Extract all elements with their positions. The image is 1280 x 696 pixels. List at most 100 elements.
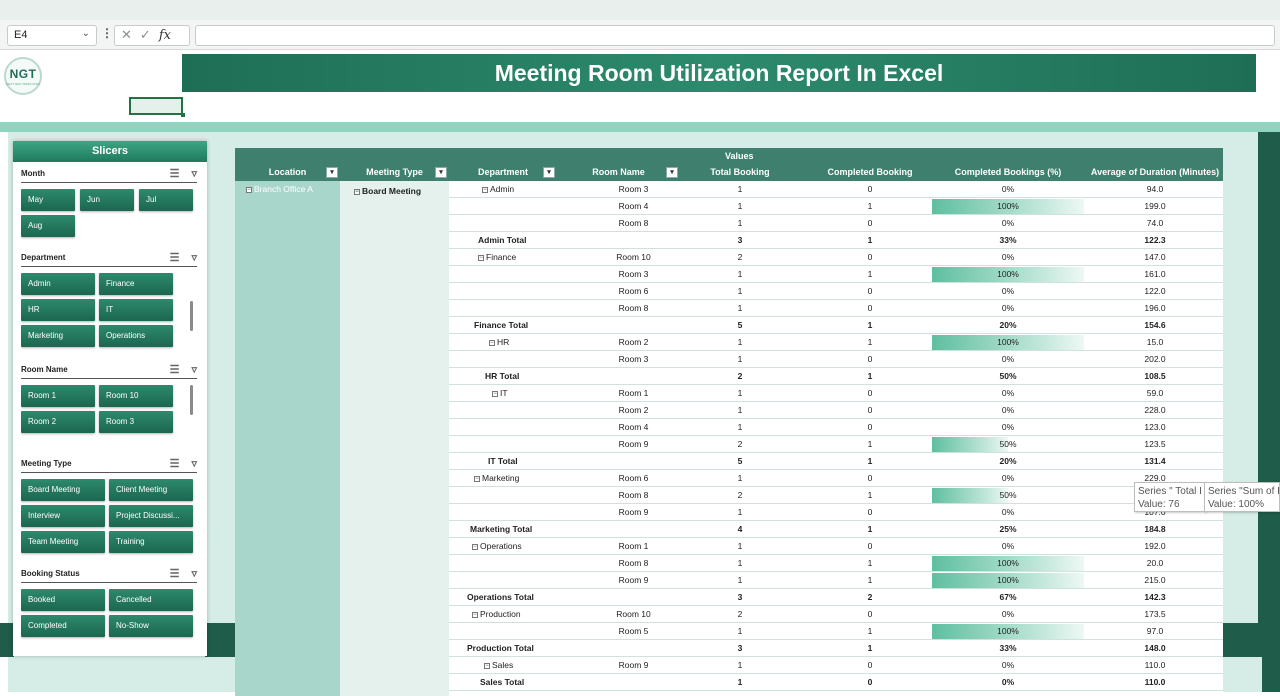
more-options-icon[interactable]: ⋮ [101,26,113,40]
worksheet: NGT NEXT GEN TEMPLATES Meeting Room Util… [0,51,1280,696]
collapse-icon[interactable]: − [478,255,484,261]
slicer-item-marketing[interactable]: Marketing [21,325,95,347]
collapse-icon[interactable]: − [472,612,478,618]
clear-filter-icon[interactable]: ▿ [191,458,197,470]
cell-completed-pct: 0% [932,300,1084,317]
room-name-filter-dropdown-icon[interactable]: ▾ [666,167,678,178]
clear-filter-icon[interactable]: ▿ [191,168,197,180]
slicer-item-project-discussi[interactable]: Project Discussi... [109,505,193,527]
multi-select-icon[interactable]: ☰ [170,568,180,580]
cell-completed-booking: 0 [810,249,930,266]
collapse-icon[interactable]: − [492,391,498,397]
collapse-icon[interactable]: − [474,476,480,482]
meeting-type-filter-dropdown-icon[interactable]: ▾ [435,167,447,178]
collapse-icon[interactable]: − [484,663,490,669]
cell-department[interactable]: −Finance [449,249,564,266]
slicer-item-training[interactable]: Training [109,531,193,553]
check-icon[interactable]: ✓ [140,27,151,42]
cell-department[interactable]: −HR [449,334,564,351]
cell-total-booking: 1 [690,300,790,317]
slicer-item-team-meeting[interactable]: Team Meeting [21,531,105,553]
cell-completed-booking: 0 [810,181,930,198]
cell-avg-duration: 161.0 [1087,266,1223,283]
cell-completed-booking: 1 [810,555,930,572]
cell-room-name: Room 10 [564,606,703,623]
cell-completed-booking: 2 [810,589,930,606]
slicer-item-admin[interactable]: Admin [21,273,95,295]
slicer-item-finance[interactable]: Finance [99,273,173,295]
cell-department [449,402,564,419]
chevron-down-icon[interactable]: ⌄ [82,28,90,39]
cancel-icon[interactable]: ✕ [121,27,132,42]
slicer-scrollbar[interactable] [190,385,193,415]
slicer-item-may[interactable]: May [21,189,75,211]
cell-total-booking: 2 [690,436,790,453]
slicer-item-cancelled[interactable]: Cancelled [109,589,193,611]
cell-department[interactable]: −Admin [449,181,564,198]
clear-filter-icon[interactable]: ▿ [191,252,197,264]
slicer-items: MayJunJul Aug [21,189,197,241]
slicer-item-room-2[interactable]: Room 2 [21,411,95,433]
slicer-item-booked[interactable]: Booked [21,589,105,611]
slicer-item-board-meeting[interactable]: Board Meeting [21,479,105,501]
pivot-total-row: Admin Total3133%122.3 [449,232,1223,249]
cell-total-booking: 1 [690,572,790,589]
meeting-type-group[interactable]: −Board Meeting [354,186,421,196]
multi-select-icon[interactable]: ☰ [170,168,180,180]
slicer-item-interview[interactable]: Interview [21,505,105,527]
slicer-scrollbar[interactable] [190,301,193,331]
clear-filter-icon[interactable]: ▿ [191,364,197,376]
cell-department[interactable]: −IT [449,385,564,402]
slicers-header: Slicers [13,141,207,162]
slicer-title: Booking Status☰▿ [21,567,197,583]
slicer-item-it[interactable]: IT [99,299,173,321]
slicer-item-no-show[interactable]: No-Show [109,615,193,637]
selected-cell[interactable] [129,97,183,115]
multi-select-icon[interactable]: ☰ [170,252,180,264]
collapse-icon[interactable]: − [489,340,495,346]
collapse-icon[interactable]: − [482,187,488,193]
pivot-row: −SalesRoom 9100%110.0 [449,657,1223,674]
cell-department[interactable]: −Sales [449,657,564,674]
pivot-row: Room 311100%161.0 [449,266,1223,283]
collapse-icon[interactable]: − [246,187,252,193]
location-filter-dropdown-icon[interactable]: ▾ [326,167,338,178]
cell-completed-booking: 0 [810,657,930,674]
slicer-item-jun[interactable]: Jun [80,189,134,211]
cell-total-booking: 1 [690,623,790,640]
department-filter-dropdown-icon[interactable]: ▾ [543,167,555,178]
slicer-item-room-10[interactable]: Room 10 [99,385,173,407]
pivot-row: Room 911100%215.0 [449,572,1223,589]
formula-input[interactable] [195,25,1275,46]
multi-select-icon[interactable]: ☰ [170,364,180,376]
cell-completed-pct: 0% [932,249,1084,266]
department-label: HR Total [485,371,519,381]
slicer-item-operations[interactable]: Operations [99,325,173,347]
tooltip-value: Value: 76 [1138,498,1202,511]
collapse-icon[interactable]: − [354,189,360,195]
slicer-item-room-1[interactable]: Room 1 [21,385,95,407]
cell-total-booking: 1 [690,181,790,198]
slicer-item-completed[interactable]: Completed [21,615,105,637]
cell-completed-booking: 1 [810,487,930,504]
location-group[interactable]: −Branch Office A [246,184,313,194]
slicer-item-jul[interactable]: Jul [139,189,193,211]
cell-department [449,283,564,300]
slicer-item-aug[interactable]: Aug [21,215,75,237]
multi-select-icon[interactable]: ☰ [170,458,180,470]
collapse-icon[interactable]: − [472,544,478,550]
cell-department[interactable]: −Marketing [449,470,564,487]
slicer-item-client-meeting[interactable]: Client Meeting [109,479,193,501]
cell-department[interactable]: −Production [449,606,564,623]
cell-completed-booking: 1 [810,453,930,470]
name-box[interactable]: E4 ⌄ [7,25,97,46]
cell-room-name [564,640,703,657]
cell-department[interactable]: −Operations [449,538,564,555]
clear-filter-icon[interactable]: ▿ [191,568,197,580]
insert-function-icon[interactable]: fx [159,28,171,43]
cell-room-name: Room 10 [564,249,703,266]
slicer-item-room-3[interactable]: Room 3 [99,411,173,433]
slicer-item-hr[interactable]: HR [21,299,95,321]
cell-room-name: Room 4 [564,419,703,436]
slicer-items: Room 1Room 10Room 2Room 3 [21,385,197,445]
